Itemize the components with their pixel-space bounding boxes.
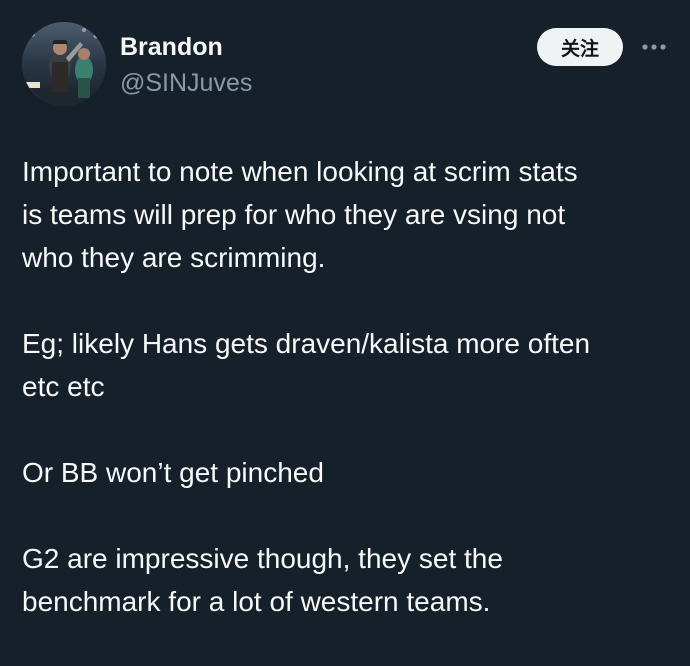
- profile-photo-icon: [22, 22, 106, 106]
- tweet-card: Brandon @SINJuves 关注 Important to note w…: [0, 0, 690, 652]
- tweet-paragraph-3: Or BB won’t get pinched: [22, 457, 324, 488]
- follow-button[interactable]: 关注: [537, 28, 623, 66]
- author-name[interactable]: Brandon: [120, 32, 223, 62]
- avatar[interactable]: [22, 22, 106, 106]
- more-options-button[interactable]: [636, 32, 672, 62]
- tweet-paragraph-4: G2 are impressive though, they set the b…: [22, 543, 503, 617]
- author-handle[interactable]: @SINJuves: [120, 68, 252, 98]
- tweet-paragraph-2: Eg; likely Hans gets draven/kalista more…: [22, 328, 591, 402]
- more-horizontal-icon: [642, 44, 666, 50]
- tweet-paragraph-1: Important to note when looking at scrim …: [22, 156, 578, 273]
- tweet-text: Important to note when looking at scrim …: [22, 150, 672, 666]
